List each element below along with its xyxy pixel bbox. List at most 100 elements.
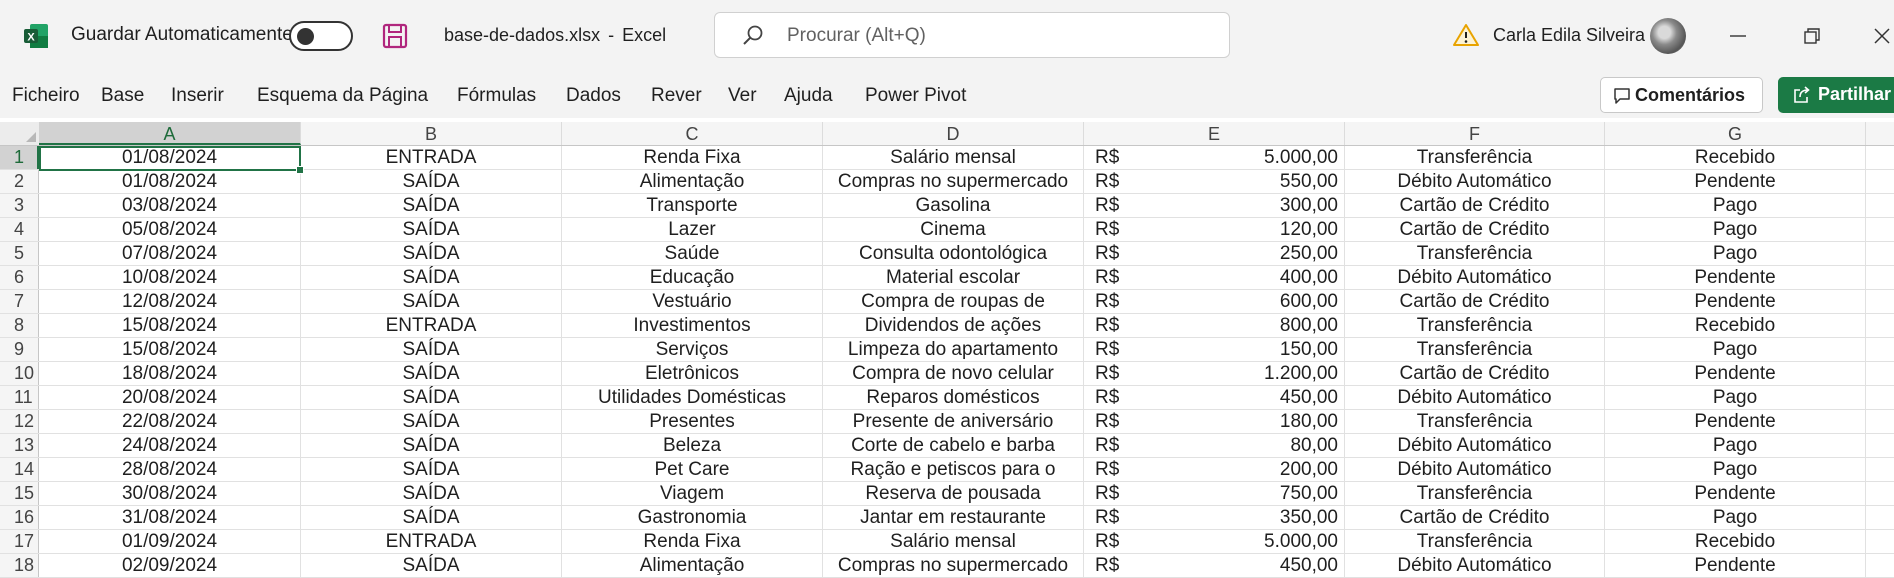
cell-cur[interactable]: R$ <box>1084 194 1144 217</box>
cell-cur[interactable]: R$ <box>1084 170 1144 193</box>
cell-cur[interactable]: R$ <box>1084 338 1144 361</box>
cell-f[interactable]: Cartão de Crédito <box>1345 290 1605 313</box>
cell-g[interactable]: Pago <box>1605 242 1866 265</box>
cell-b[interactable]: ENTRADA <box>301 530 562 553</box>
cell-c[interactable]: Investimentos <box>562 314 823 337</box>
row-header[interactable]: 14 <box>0 458 39 481</box>
cell-f[interactable]: Transferência <box>1345 146 1605 169</box>
cell-g[interactable]: Pago <box>1605 218 1866 241</box>
cell-b[interactable]: SAÍDA <box>301 458 562 481</box>
cell-d[interactable]: Gasolina <box>823 194 1084 217</box>
tab-base[interactable]: Base <box>101 85 144 107</box>
cell-f[interactable]: Transferência <box>1345 338 1605 361</box>
cell-c[interactable]: Alimentação <box>562 554 823 577</box>
cell-a[interactable]: 10/08/2024 <box>39 266 301 289</box>
cell-cur[interactable]: R$ <box>1084 482 1144 505</box>
cell-cur[interactable]: R$ <box>1084 506 1144 529</box>
cell-f[interactable]: Cartão de Crédito <box>1345 194 1605 217</box>
cell-d[interactable]: Compras no supermercado <box>823 170 1084 193</box>
cell-c[interactable]: Eletrônicos <box>562 362 823 385</box>
cell-d[interactable]: Compras no supermercado <box>823 554 1084 577</box>
cell-c[interactable]: Lazer <box>562 218 823 241</box>
cell-g[interactable]: Pago <box>1605 194 1866 217</box>
row-header[interactable]: 18 <box>0 554 39 577</box>
cell-g[interactable]: Pago <box>1605 506 1866 529</box>
cell-b[interactable]: SAÍDA <box>301 554 562 577</box>
tab-dados[interactable]: Dados <box>566 85 621 107</box>
cell-cur[interactable]: R$ <box>1084 458 1144 481</box>
cell-a[interactable]: 31/08/2024 <box>39 506 301 529</box>
user-name[interactable]: Carla Edila Silveira <box>1493 25 1645 46</box>
cell-e[interactable]: 250,00 <box>1144 242 1345 265</box>
cell-a[interactable]: 12/08/2024 <box>39 290 301 313</box>
cell-e[interactable]: 800,00 <box>1144 314 1345 337</box>
row-header[interactable]: 17 <box>0 530 39 553</box>
cell-e[interactable]: 450,00 <box>1144 554 1345 577</box>
cell-b[interactable]: SAÍDA <box>301 194 562 217</box>
tab-power-pivot[interactable]: Power Pivot <box>865 85 966 107</box>
cell-d[interactable]: Compra de novo celular <box>823 362 1084 385</box>
cell-d[interactable]: Salário mensal <box>823 146 1084 169</box>
cell-e[interactable]: 400,00 <box>1144 266 1345 289</box>
autosave-toggle[interactable] <box>289 21 353 51</box>
row-header[interactable]: 8 <box>0 314 39 337</box>
cell-a[interactable]: 01/08/2024 <box>39 146 301 169</box>
cell-b[interactable]: SAÍDA <box>301 338 562 361</box>
cell-e[interactable]: 750,00 <box>1144 482 1345 505</box>
cell-e[interactable]: 120,00 <box>1144 218 1345 241</box>
select-all-corner[interactable] <box>0 122 40 145</box>
tab-rever[interactable]: Rever <box>651 85 702 107</box>
column-header-b[interactable]: B <box>301 122 562 145</box>
cell-f[interactable]: Débito Automático <box>1345 266 1605 289</box>
row-header[interactable]: 4 <box>0 218 39 241</box>
cell-cur[interactable]: R$ <box>1084 290 1144 313</box>
restore-button[interactable] <box>1790 14 1834 58</box>
cell-e[interactable]: 300,00 <box>1144 194 1345 217</box>
search-box[interactable]: Procurar (Alt+Q) <box>714 12 1230 58</box>
cell-b[interactable]: SAÍDA <box>301 482 562 505</box>
cell-f[interactable]: Cartão de Crédito <box>1345 218 1605 241</box>
tab-formulas[interactable]: Fórmulas <box>457 85 536 107</box>
cell-e[interactable]: 350,00 <box>1144 506 1345 529</box>
cell-a[interactable]: 15/08/2024 <box>39 314 301 337</box>
cell-g[interactable]: Pago <box>1605 458 1866 481</box>
cell-b[interactable]: ENTRADA <box>301 146 562 169</box>
cell-cur[interactable]: R$ <box>1084 218 1144 241</box>
cell-e[interactable]: 80,00 <box>1144 434 1345 457</box>
cell-e[interactable]: 5.000,00 <box>1144 530 1345 553</box>
cell-cur[interactable]: R$ <box>1084 434 1144 457</box>
cell-c[interactable]: Alimentação <box>562 170 823 193</box>
cell-g[interactable]: Pendente <box>1605 410 1866 433</box>
close-button[interactable] <box>1860 14 1894 58</box>
cell-f[interactable]: Débito Automático <box>1345 170 1605 193</box>
cell-cur[interactable]: R$ <box>1084 410 1144 433</box>
row-header[interactable]: 16 <box>0 506 39 529</box>
cell-a[interactable]: 15/08/2024 <box>39 338 301 361</box>
cell-d[interactable]: Compra de roupas de <box>823 290 1084 313</box>
cell-c[interactable]: Presentes <box>562 410 823 433</box>
tab-ficheiro[interactable]: Ficheiro <box>12 85 80 107</box>
cell-cur[interactable]: R$ <box>1084 362 1144 385</box>
cell-f[interactable]: Débito Automático <box>1345 434 1605 457</box>
cell-g[interactable]: Recebido <box>1605 314 1866 337</box>
cell-f[interactable]: Débito Automático <box>1345 458 1605 481</box>
cell-cur[interactable]: R$ <box>1084 314 1144 337</box>
cell-d[interactable]: Presente de aniversário <box>823 410 1084 433</box>
cell-e[interactable]: 1.200,00 <box>1144 362 1345 385</box>
cell-c[interactable]: Serviços <box>562 338 823 361</box>
cell-f[interactable]: Débito Automático <box>1345 554 1605 577</box>
cell-c[interactable]: Saúde <box>562 242 823 265</box>
cell-e[interactable]: 150,00 <box>1144 338 1345 361</box>
column-header-f[interactable]: F <box>1345 122 1605 145</box>
row-header[interactable]: 6 <box>0 266 39 289</box>
cell-c[interactable]: Educação <box>562 266 823 289</box>
cell-d[interactable]: Reparos domésticos <box>823 386 1084 409</box>
cell-f[interactable]: Cartão de Crédito <box>1345 506 1605 529</box>
tab-ajuda[interactable]: Ajuda <box>784 85 833 107</box>
cell-a[interactable]: 01/08/2024 <box>39 170 301 193</box>
cell-g[interactable]: Pendente <box>1605 554 1866 577</box>
row-header[interactable]: 11 <box>0 386 39 409</box>
cell-a[interactable]: 18/08/2024 <box>39 362 301 385</box>
cell-c[interactable]: Renda Fixa <box>562 530 823 553</box>
cell-d[interactable]: Cinema <box>823 218 1084 241</box>
